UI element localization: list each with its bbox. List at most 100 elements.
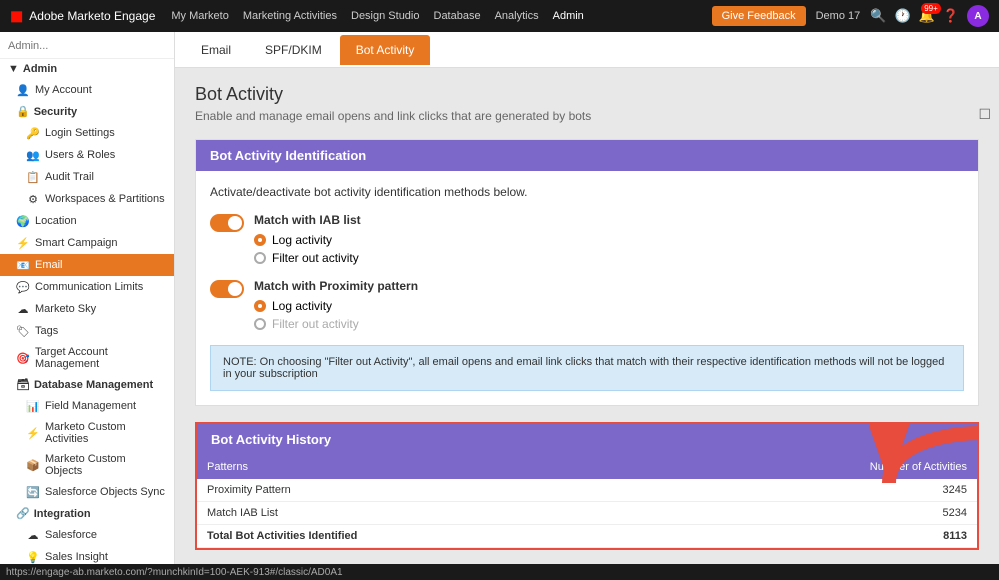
salesforce-icon: ☁ [26, 528, 40, 542]
proximity-radio-group: Log activity Filter out activity [254, 299, 418, 331]
sidebar-item-my-account[interactable]: 👤 My Account [0, 79, 174, 101]
search-icon[interactable]: 🔍 [870, 8, 886, 24]
clock-icon[interactable]: 🕐 [894, 8, 910, 24]
sync-icon: 🔄 [26, 485, 40, 499]
nav-database[interactable]: Database [434, 10, 481, 22]
sidebar-item-marketo-sky[interactable]: ☁ Marketo Sky [0, 298, 174, 320]
sidebar-item-admin-group[interactable]: ▼ Admin [0, 59, 174, 79]
adobe-logo-icon: ◼ [10, 6, 23, 26]
sidebar-search-container [0, 32, 174, 59]
history-table: Patterns Number of Activities Proximity … [197, 455, 977, 548]
nav-admin[interactable]: Admin [553, 10, 584, 22]
nav-design-studio[interactable]: Design Studio [351, 10, 420, 22]
database-icon: 🗃 [16, 378, 30, 391]
chat-icon: 💬 [16, 280, 30, 294]
proximity-log-option[interactable]: Log activity [254, 299, 418, 313]
col-patterns: Patterns [197, 455, 659, 479]
proximity-toggle[interactable] [210, 280, 244, 298]
sidebar-item-database-mgmt-group[interactable]: 🗃 Database Management [0, 374, 174, 395]
nav-left: ◼ Adobe Marketo Engage My Marketo Market… [10, 6, 584, 26]
sidebar-item-smart-campaign[interactable]: ⚡ Smart Campaign [0, 232, 174, 254]
iab-log-radio[interactable] [254, 234, 266, 246]
history-card-header: Bot Activity History [197, 424, 977, 455]
col-activities: Number of Activities [659, 455, 977, 479]
toggle-row-iab: Match with IAB list Log activity Filter … [210, 213, 964, 265]
sidebar: ▼ Admin 👤 My Account 🔒 Security 🔑 Login … [0, 32, 175, 564]
target-icon: 🎯 [16, 351, 30, 365]
proximity-log-radio[interactable] [254, 300, 266, 312]
sidebar-item-location[interactable]: 🌍 Location [0, 210, 174, 232]
notification-icon[interactable]: 🔔99+ [919, 8, 935, 24]
proximity-options: Match with Proximity pattern Log activit… [254, 279, 418, 331]
tab-spf-dkim[interactable]: SPF/DKIM [249, 35, 338, 65]
sidebar-item-email[interactable]: 📧 Email [0, 254, 174, 276]
sidebar-search-input[interactable] [8, 40, 166, 52]
status-bar: https://engage-ab.marketo.com/?munchkinI… [0, 564, 999, 580]
activate-text: Activate/deactivate bot activity identif… [210, 185, 964, 199]
workspaces-icon: ⚙ [26, 192, 40, 206]
history-card: Bot Activity History Patterns Number of … [195, 422, 979, 550]
feedback-button[interactable]: Give Feedback [712, 6, 806, 26]
toggle-row-proximity: Match with Proximity pattern Log activit… [210, 279, 964, 331]
proximity-filter-option[interactable]: Filter out activity [254, 317, 418, 331]
sidebar-item-login-settings[interactable]: 🔑 Login Settings [0, 122, 174, 144]
sidebar-item-tags[interactable]: 🏷 Tags [0, 320, 174, 342]
page-title: Bot Activity [195, 84, 979, 105]
notification-badge: 99+ [921, 3, 941, 14]
sidebar-item-field-management[interactable]: 📊 Field Management [0, 395, 174, 417]
page-content: ☐ Bot Activity Enable and manage email o… [175, 68, 999, 564]
sidebar-item-marketo-custom-objects[interactable]: 📦 Marketo Custom Objects [0, 449, 174, 481]
maximize-icon[interactable]: ☐ [978, 106, 991, 123]
tab-bot-activity[interactable]: Bot Activity [340, 35, 431, 65]
total-value: 8113 [659, 525, 977, 548]
sidebar-item-target-account[interactable]: 🎯 Target Account Management [0, 342, 174, 374]
main-layout: ▼ Admin 👤 My Account 🔒 Security 🔑 Login … [0, 32, 999, 564]
history-total-row: Total Bot Activities Identified 8113 [197, 525, 977, 548]
count-1: 5234 [659, 502, 977, 525]
sidebar-item-security-group[interactable]: 🔒 Security [0, 101, 174, 122]
brand: ◼ Adobe Marketo Engage [10, 6, 155, 26]
history-table-header-row: Patterns Number of Activities [197, 455, 977, 479]
proximity-label: Match with Proximity pattern [254, 279, 418, 293]
iab-filter-radio[interactable] [254, 252, 266, 264]
iab-filter-option[interactable]: Filter out activity [254, 251, 361, 265]
nav-right: Give Feedback Demo 17 🔍 🕐 🔔99+ ❓ A [712, 5, 989, 27]
main-nav: My Marketo Marketing Activities Design S… [171, 10, 583, 22]
history-row-1: Match IAB List 5234 [197, 502, 977, 525]
sidebar-item-marketo-custom-activities[interactable]: ⚡ Marketo Custom Activities [0, 417, 174, 449]
tag-icon: 🏷 [16, 324, 30, 338]
lock-icon: 🔒 [16, 105, 30, 118]
chevron-down-icon: ▼ [8, 63, 19, 75]
iab-log-option[interactable]: Log activity [254, 233, 361, 247]
tab-email[interactable]: Email [185, 35, 247, 65]
count-0: 3245 [659, 479, 977, 502]
integration-icon: 🔗 [16, 507, 30, 520]
sidebar-item-communication-limits[interactable]: 💬 Communication Limits [0, 276, 174, 298]
sidebar-item-salesforce[interactable]: ☁ Salesforce [0, 524, 174, 546]
iab-toggle[interactable] [210, 214, 244, 232]
sidebar-item-users-roles[interactable]: 👥 Users & Roles [0, 144, 174, 166]
nav-marketing-activities[interactable]: Marketing Activities [243, 10, 337, 22]
user-avatar[interactable]: A [967, 5, 989, 27]
audit-icon: 📋 [26, 170, 40, 184]
sidebar-item-workspaces[interactable]: ⚙ Workspaces & Partitions [0, 188, 174, 210]
identification-card-header: Bot Activity Identification [196, 140, 978, 171]
users-icon: 👥 [26, 148, 40, 162]
sidebar-item-audit-trail[interactable]: 📋 Audit Trail [0, 166, 174, 188]
lightning-icon: ⚡ [16, 236, 30, 250]
proximity-filter-radio[interactable] [254, 318, 266, 330]
sidebar-item-sales-insight[interactable]: 💡 Sales Insight [0, 546, 174, 564]
nav-analytics[interactable]: Analytics [495, 10, 539, 22]
help-icon[interactable]: ❓ [943, 8, 959, 24]
email-icon: 📧 [16, 258, 30, 272]
sidebar-item-integration-group[interactable]: 🔗 Integration [0, 503, 174, 524]
objects-icon: 📦 [26, 458, 40, 472]
globe-icon: 🌍 [16, 214, 30, 228]
cloud-icon: ☁ [16, 302, 30, 316]
sidebar-item-salesforce-objects-sync[interactable]: 🔄 Salesforce Objects Sync [0, 481, 174, 503]
tab-bar: Email SPF/DKIM Bot Activity [175, 32, 999, 68]
pattern-1: Match IAB List [197, 502, 659, 525]
activity-icon: ⚡ [26, 426, 40, 440]
nav-my-marketo[interactable]: My Marketo [171, 10, 228, 22]
field-icon: 📊 [26, 399, 40, 413]
